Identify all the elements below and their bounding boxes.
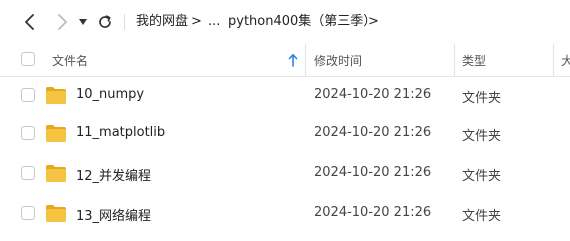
arrow-up-icon[interactable]: [288, 53, 298, 67]
breadcrumb-current[interactable]: python400集（第三季）: [228, 13, 376, 31]
row-checkbox[interactable]: [21, 206, 35, 220]
column-header-row: 文件名 修改时间 类型 大: [0, 44, 570, 77]
column-divider[interactable]: [553, 44, 554, 76]
navigation-toolbar: 我的网盘 > ... python400集（第三季） >: [0, 0, 570, 44]
folder-icon: [46, 125, 66, 142]
breadcrumb-ellipsis[interactable]: ...: [208, 13, 220, 31]
refresh-icon: [99, 15, 111, 28]
file-type: 文件夹: [462, 169, 502, 184]
column-header-modified[interactable]: 修改时间: [314, 52, 362, 69]
file-name: 10_numpy: [76, 87, 145, 102]
file-row[interactable]: 12_并发编程 2024-10-20 21:26 文件夹: [0, 155, 570, 193]
breadcrumb-separator: >: [368, 14, 379, 29]
row-checkbox[interactable]: [21, 126, 35, 140]
back-button[interactable]: [20, 12, 40, 32]
history-dropdown-button[interactable]: [76, 12, 90, 32]
folder-icon: [46, 87, 66, 104]
file-modified: 2024-10-20 21:26: [314, 125, 432, 140]
column-divider[interactable]: [305, 44, 306, 76]
file-name: 11_matplotlib: [76, 125, 166, 140]
folder-icon: [46, 205, 66, 222]
refresh-button[interactable]: [95, 12, 115, 32]
file-modified: 2024-10-20 21:26: [314, 87, 432, 102]
folder-icon: [46, 165, 66, 182]
toolbar-divider: [124, 14, 125, 30]
file-name: 12_并发编程: [76, 169, 152, 184]
file-row[interactable]: 10_numpy 2024-10-20 21:26 文件夹: [0, 77, 570, 115]
file-type: 文件夹: [462, 129, 502, 144]
file-modified: 2024-10-20 21:26: [314, 205, 432, 220]
breadcrumb-separator: >: [191, 14, 202, 29]
column-header-size[interactable]: 大: [561, 52, 570, 69]
chevron-left-icon: [25, 14, 34, 30]
column-header-type[interactable]: 类型: [462, 52, 486, 69]
breadcrumb-root[interactable]: 我的网盘: [136, 13, 188, 31]
file-row[interactable]: 11_matplotlib 2024-10-20 21:26 文件夹: [0, 115, 570, 153]
file-type: 文件夹: [462, 209, 502, 224]
row-checkbox[interactable]: [21, 88, 35, 102]
select-all-checkbox[interactable]: [21, 52, 35, 66]
column-header-name[interactable]: 文件名: [52, 52, 88, 69]
file-type: 文件夹: [462, 91, 502, 106]
caret-down-icon: [79, 19, 87, 25]
file-name: 13_网络编程: [76, 209, 152, 224]
forward-button[interactable]: [52, 12, 72, 32]
chevron-right-icon: [58, 14, 67, 30]
column-divider[interactable]: [454, 44, 455, 76]
file-row[interactable]: 13_网络编程 2024-10-20 21:26 文件夹: [0, 195, 570, 233]
file-modified: 2024-10-20 21:26: [314, 165, 432, 180]
row-checkbox[interactable]: [21, 166, 35, 180]
